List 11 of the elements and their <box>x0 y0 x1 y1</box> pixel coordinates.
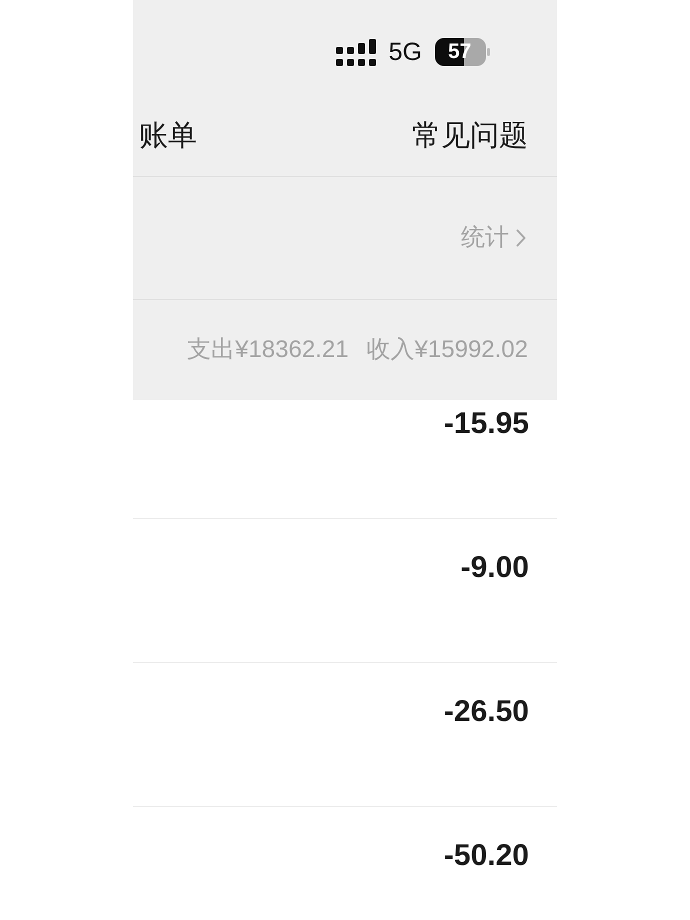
income-total: 收入¥15992.02 <box>366 338 528 362</box>
transaction-amount: -50.20 <box>444 841 529 871</box>
transaction-amount: -9.00 <box>460 553 529 583</box>
faq-link[interactable]: 常见问题 <box>412 122 528 151</box>
transaction-amount: -15.95 <box>444 409 529 439</box>
expense-total: 支出¥18362.21 <box>187 338 349 362</box>
chevron-right-icon <box>516 229 526 247</box>
page-title: 账单 <box>139 122 197 151</box>
transaction-amount: -26.50 <box>444 697 529 727</box>
signal-icon <box>336 38 376 66</box>
network-label: 5G <box>388 40 422 64</box>
